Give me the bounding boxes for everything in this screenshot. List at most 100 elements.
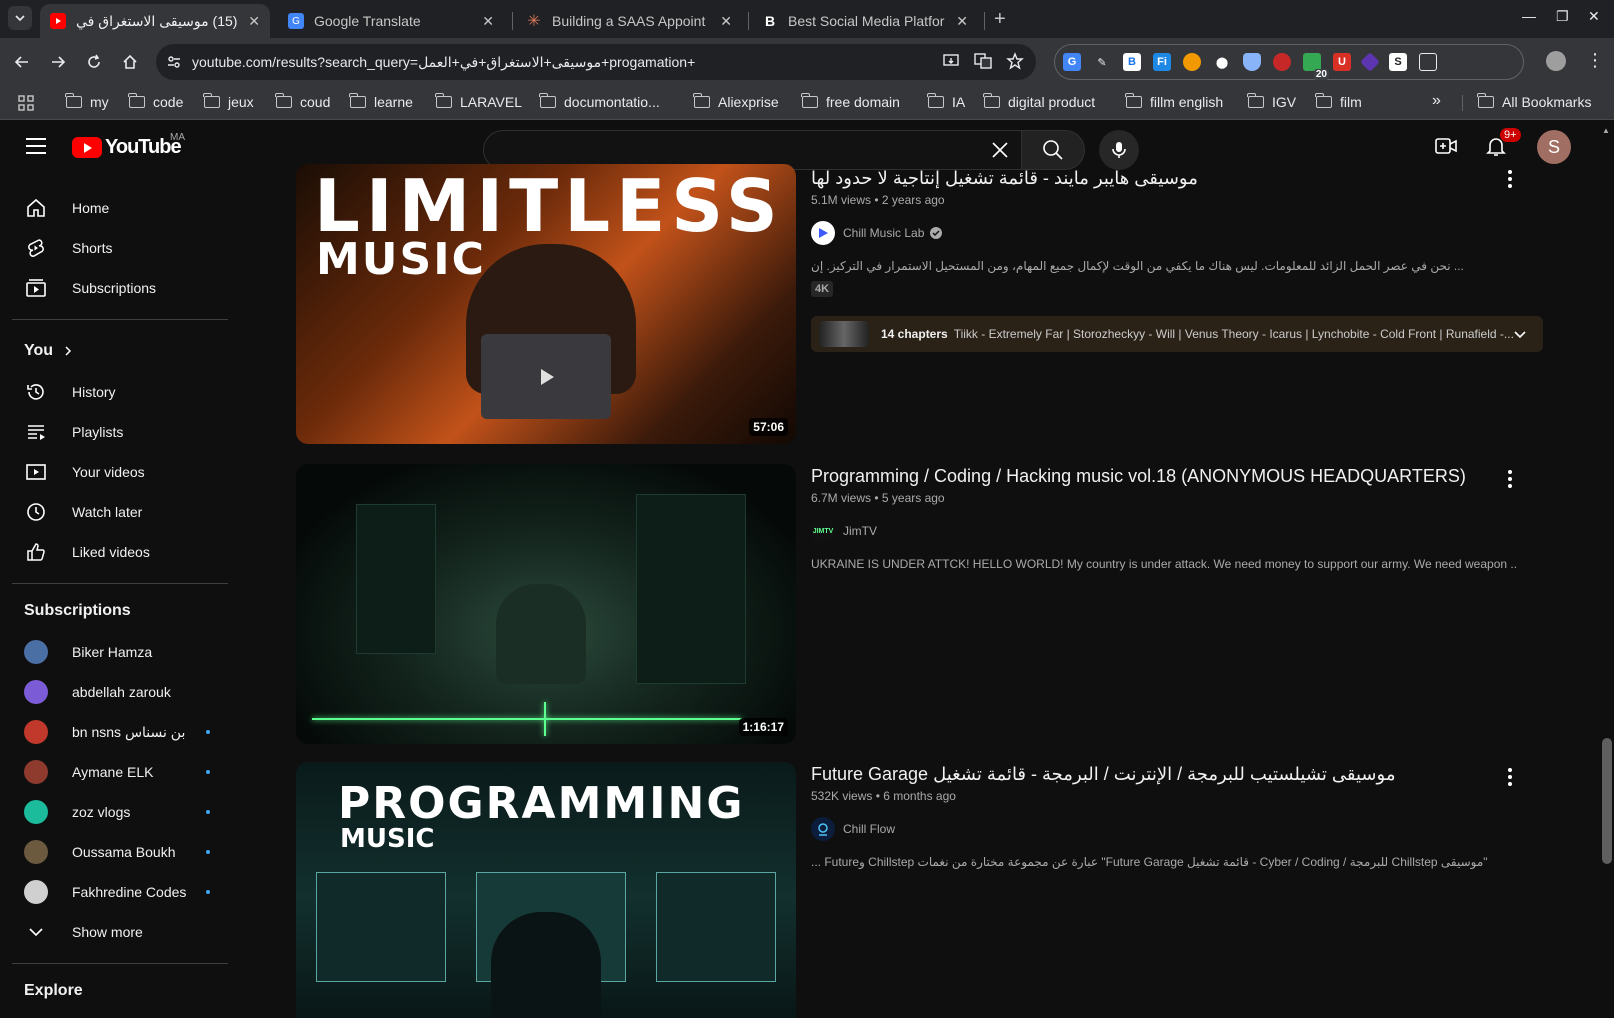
subscription-item[interactable]: zoz vlogs [12, 792, 228, 832]
minimize-icon[interactable]: — [1522, 8, 1536, 24]
bookmark-folder[interactable]: free domain [801, 93, 900, 110]
close-tab-icon[interactable]: ✕ [720, 13, 732, 30]
tab-search-button[interactable] [8, 6, 32, 30]
apps-grid-icon[interactable] [18, 95, 34, 116]
video-result: LIMITLESS MUSIC 57:06 موسيقى هايبر مايند… [296, 164, 1546, 446]
scroll-up-arrow-icon[interactable]: ▲ [1602, 126, 1610, 135]
forward-icon[interactable] [46, 50, 70, 74]
video-title[interactable]: Programming / Coding / Hacking music vol… [811, 466, 1516, 487]
you-section-link[interactable]: You [24, 342, 73, 360]
more-actions-icon[interactable] [1508, 470, 1512, 488]
bookmark-folder[interactable]: film [1315, 93, 1362, 110]
chevron-down-icon[interactable] [1513, 327, 1527, 341]
video-thumbnail[interactable]: LIMITLESS MUSIC 57:06 [296, 164, 796, 444]
subscription-item[interactable]: Fakhredine Codes [12, 872, 228, 912]
back-icon[interactable] [10, 50, 34, 74]
sidebar-item-home[interactable]: Home [12, 188, 228, 228]
bookmark-folder[interactable]: my [65, 93, 109, 110]
home-button-icon[interactable] [118, 50, 142, 74]
green-badge-extension-icon[interactable]: 20 [1303, 53, 1329, 80]
show-more-button[interactable]: Show more [12, 912, 228, 952]
close-tab-icon[interactable]: ✕ [482, 13, 494, 30]
close-tab-icon[interactable]: ✕ [248, 13, 260, 30]
bookmark-folder[interactable]: digital product [983, 93, 1095, 110]
ublock-extension-icon[interactable]: U [1333, 53, 1351, 71]
channel-link[interactable]: JIMTV JimTV [811, 519, 1516, 543]
close-tab-icon[interactable]: ✕ [956, 13, 968, 30]
bookmark-folder[interactable]: documontatio... [539, 93, 660, 110]
restore-icon[interactable]: ❐ [1556, 8, 1569, 25]
bookmark-star-icon[interactable] [1006, 52, 1024, 75]
sidebar-item-shorts[interactable]: Shorts [12, 228, 228, 268]
red-face-extension-icon[interactable] [1273, 53, 1291, 71]
all-bookmarks-folder[interactable]: All Bookmarks [1477, 93, 1591, 110]
subscription-item[interactable]: abdellah zarouk [12, 672, 228, 712]
install-app-icon[interactable] [942, 52, 960, 75]
bookmark-folder[interactable]: code [128, 93, 183, 110]
guide-menu-icon[interactable] [26, 138, 46, 154]
channel-link[interactable]: Chill Flow [811, 817, 1516, 841]
more-actions-icon[interactable] [1508, 170, 1512, 188]
browser-menu-icon[interactable]: ⋮ [1586, 50, 1604, 71]
bookmark-folder[interactable]: coud [275, 93, 331, 110]
address-bar[interactable]: youtube.com/results?search_query=موسيقى+… [156, 44, 1036, 80]
sidebar-item-your-videos[interactable]: Your videos [12, 452, 228, 492]
channel-link[interactable]: Chill Music Lab [811, 221, 1516, 245]
bookmark-folder[interactable]: learne [349, 93, 413, 110]
bookmark-folder[interactable]: IGV [1247, 93, 1296, 110]
bookmark-folder[interactable]: IA [927, 93, 965, 110]
video-thumbnail[interactable]: PROGRAMMING MUSIC [296, 762, 796, 1018]
video-thumbnail[interactable]: 1:16:17 [296, 464, 796, 744]
profile-avatar-icon[interactable] [1546, 51, 1566, 71]
tab-building-saas[interactable]: ✳ Building a SAAS Appoint ✕ [516, 4, 742, 38]
account-avatar[interactable]: S [1537, 130, 1571, 164]
bookmarks-separator [1462, 95, 1463, 111]
chapters-bar[interactable]: 14 chapters Tiikk - Extremely Far | Stor… [811, 316, 1543, 352]
notifications-button[interactable]: 9+ [1484, 128, 1521, 163]
translate-page-icon[interactable] [974, 52, 992, 75]
youtube-logo[interactable]: YouTube MA [72, 132, 185, 159]
reload-icon[interactable] [82, 50, 106, 74]
folder-icon [128, 93, 145, 108]
tab-youtube[interactable]: (15) موسيقى الاستغراق في ✕ [40, 4, 270, 38]
subscription-item[interactable]: Biker Hamza [12, 632, 228, 672]
create-button[interactable] [1434, 134, 1458, 163]
sidebar-item-liked-videos[interactable]: Liked videos [12, 532, 228, 572]
video-title[interactable]: موسيقى تشيلستيب للبرمجة / الإنترنت / الب… [811, 764, 1516, 785]
s-extension-icon[interactable]: S [1389, 53, 1407, 71]
bookmark-folder[interactable]: Aliexprise [693, 93, 779, 110]
bookmark-folder[interactable]: fillm english [1125, 93, 1223, 110]
purple-diamond-extension-icon[interactable] [1360, 52, 1380, 72]
site-info-icon[interactable] [166, 54, 182, 70]
bookmark-label: coud [300, 94, 331, 110]
subscription-item[interactable]: bn nsns بن نسناس [12, 712, 228, 752]
eyedropper-extension-icon[interactable]: ✎ [1093, 53, 1111, 71]
voice-search-button[interactable] [1099, 130, 1139, 170]
tab-google-translate[interactable]: G Google Translate ✕ [278, 4, 504, 38]
bookmarks-overflow-icon[interactable]: » [1432, 92, 1441, 110]
sidebar-item-playlists[interactable]: Playlists [12, 412, 228, 452]
subscription-item[interactable]: Aymane ELK [12, 752, 228, 792]
b-extension-icon[interactable]: B [1123, 53, 1141, 71]
video-title[interactable]: موسيقى هايبر مايند - قائمة تشغيل إنتاجية… [811, 168, 1516, 189]
new-tab-icon[interactable]: + [994, 8, 1006, 31]
fi-extension-icon[interactable]: Fi [1153, 53, 1171, 71]
subscription-item[interactable]: Oussama Boukh [12, 832, 228, 872]
sidebar-item-watch-later[interactable]: Watch later [12, 492, 228, 532]
tab-best-social-media[interactable]: B Best Social Media Platfor ✕ [752, 4, 978, 38]
new-content-dot [206, 850, 210, 854]
bookmark-folder[interactable]: LARAVEL [435, 93, 522, 110]
puzzle-extensions-icon[interactable] [1419, 53, 1437, 71]
location-pin-extension-icon[interactable]: ⬤ [1213, 53, 1231, 71]
search-button[interactable] [1021, 130, 1085, 170]
sidebar-item-subscriptions[interactable]: Subscriptions [12, 268, 228, 308]
close-window-icon[interactable]: ✕ [1588, 8, 1600, 25]
orange-extension-icon[interactable] [1183, 53, 1201, 71]
bookmark-folder[interactable]: jeux [203, 93, 254, 110]
google-translate-extension-icon[interactable]: G [1063, 53, 1081, 71]
more-actions-icon[interactable] [1508, 768, 1512, 786]
sidebar-item-history[interactable]: History [12, 372, 228, 412]
shield-extension-icon[interactable] [1243, 53, 1261, 71]
clear-search-icon[interactable] [989, 139, 1011, 166]
page-scrollbar[interactable] [1602, 738, 1612, 864]
